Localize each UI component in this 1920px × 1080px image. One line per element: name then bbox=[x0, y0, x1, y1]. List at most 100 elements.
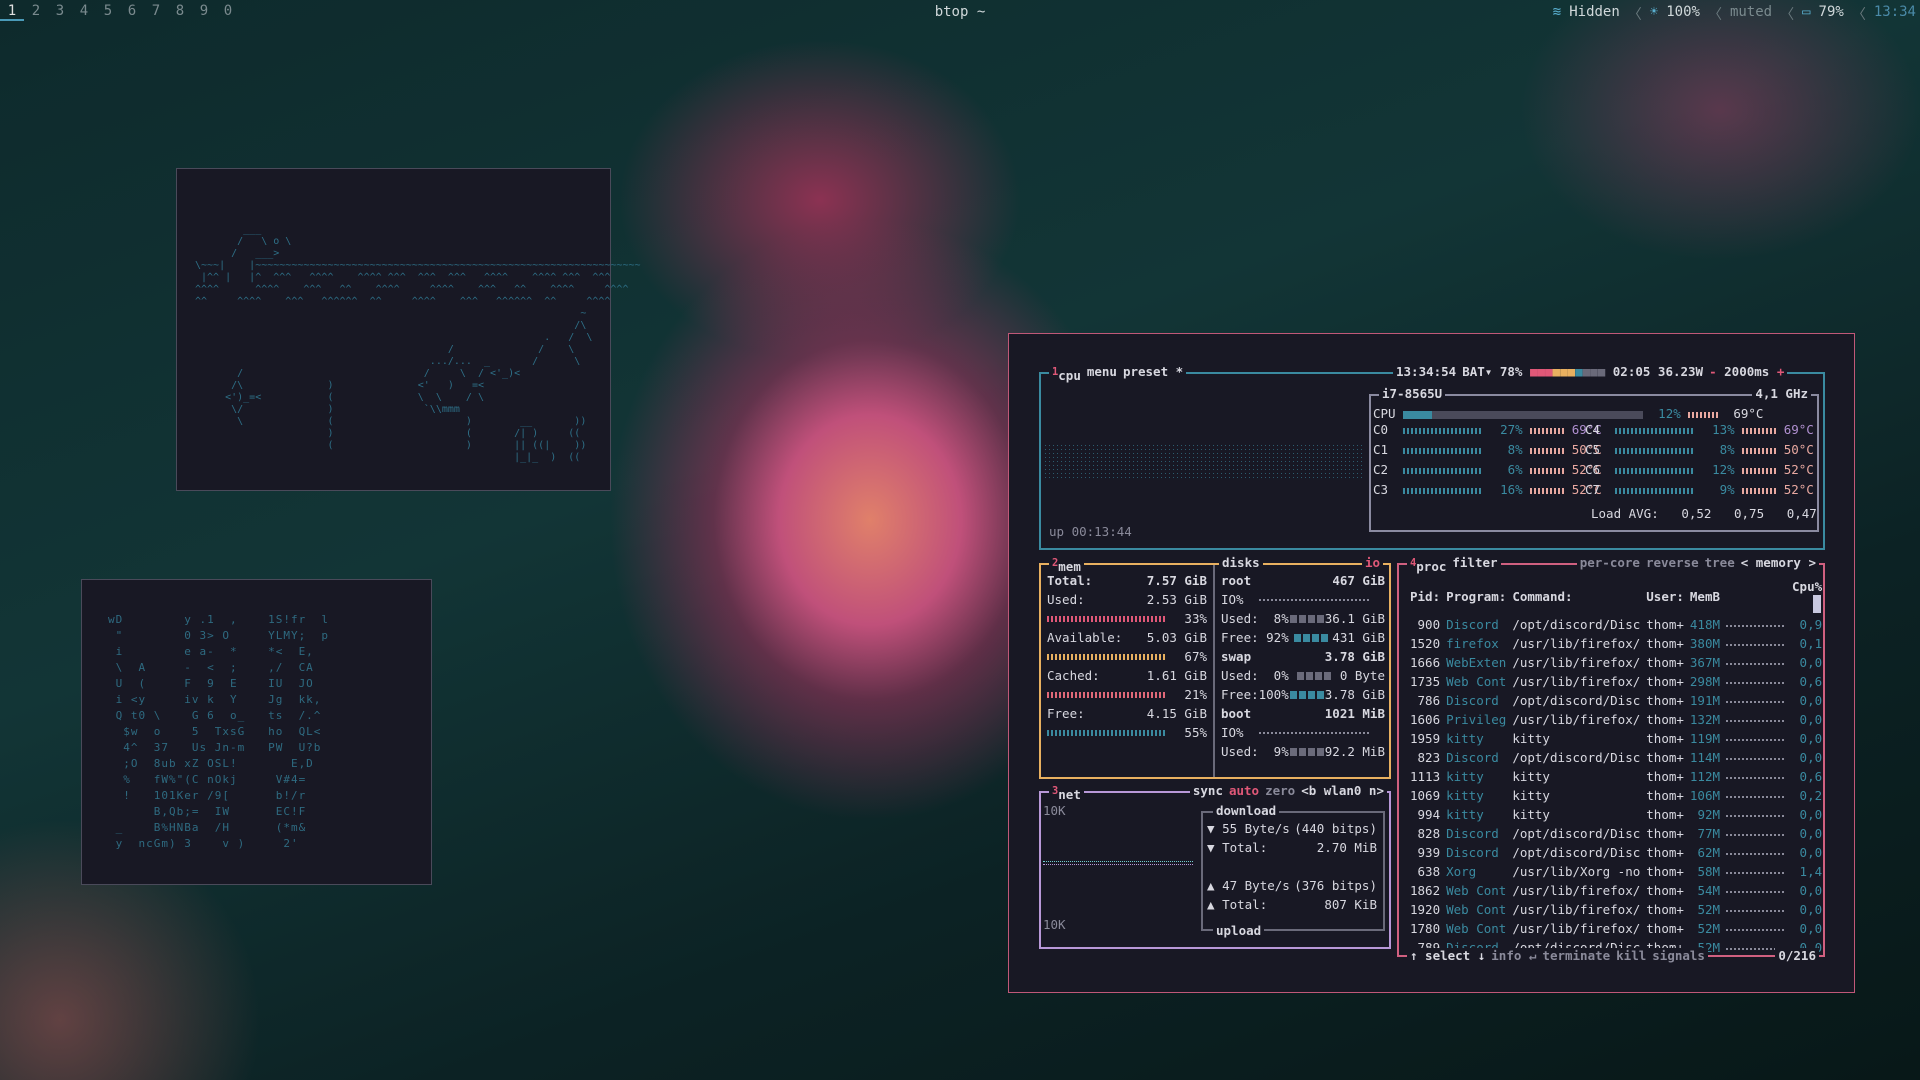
process-cpu-graph bbox=[1723, 900, 1789, 919]
load-average: Load AVG: 0,52 0,75 0,47 bbox=[1591, 506, 1817, 521]
process-row[interactable]: 828 Discord/opt/discord/Disc thom+ 77M 0,0 bbox=[1407, 824, 1825, 843]
core-row: C6 12% 52°C bbox=[1585, 462, 1814, 477]
process-row[interactable]: 1069 kitty kitty thom+ 106M 0,2 bbox=[1407, 786, 1825, 805]
column-header[interactable]: Command: bbox=[1509, 577, 1643, 615]
select-button[interactable]: ↑ select ↓ bbox=[1407, 948, 1489, 964]
disk-row: Used: 8% 36.1 GiB bbox=[1221, 611, 1385, 626]
process-cpu-graph bbox=[1723, 653, 1789, 672]
core-row: C3 16% 52°C bbox=[1373, 482, 1602, 497]
process-row[interactable]: 1780 Web Cont/usr/lib/firefox/thom+ 52M 0,0 bbox=[1407, 919, 1825, 938]
disk-row: IO% bbox=[1221, 725, 1385, 741]
mem-meter-row: 21% bbox=[1047, 687, 1207, 703]
process-row[interactable]: 1113 kitty kitty thom+ 112M 0,6 bbox=[1407, 767, 1825, 786]
column-header[interactable]: Program: bbox=[1443, 577, 1509, 615]
info-button[interactable]: info ↵ bbox=[1488, 948, 1540, 964]
interval-control[interactable]: - 2000ms + bbox=[1706, 364, 1788, 380]
net-scale-top: 10K bbox=[1043, 803, 1066, 818]
btop-terminal-window[interactable]: 1cpu menu preset * 13:34:54 BAT▾ 78% ■■■… bbox=[1008, 333, 1855, 993]
disk-row: IO% bbox=[1221, 592, 1385, 608]
proc-tab[interactable]: 4proc bbox=[1407, 555, 1450, 576]
process-cpu-graph bbox=[1723, 615, 1789, 634]
process-count: 0/216 bbox=[1775, 948, 1819, 964]
net-stat-row: ▲ Total: 807 KiB bbox=[1207, 897, 1377, 912]
filter-button[interactable]: filter bbox=[1449, 555, 1501, 576]
aquarium-ascii-art: ___ / \ o \ / ___> \~~~| |~~~~~~~~~~~~~~… bbox=[195, 224, 641, 463]
disk-row: swap 3.78 GiB bbox=[1221, 649, 1385, 664]
mem-meter bbox=[1047, 616, 1167, 622]
column-header[interactable]: Pid: bbox=[1407, 577, 1443, 615]
auto-toggle[interactable]: auto bbox=[1225, 783, 1263, 799]
mem-row: Cached: 1.61 GiB bbox=[1047, 668, 1207, 683]
disks-tab[interactable]: disks bbox=[1219, 555, 1263, 571]
zero-toggle[interactable]: zero bbox=[1262, 783, 1299, 799]
battery-info: BAT▾ 78% ■■■■■■■■■■ 02:05 36.23W bbox=[1459, 364, 1707, 380]
net-tab[interactable]: 3net bbox=[1049, 783, 1084, 804]
clock: 13:34 bbox=[1873, 4, 1916, 20]
download-label: download bbox=[1213, 803, 1280, 819]
column-header[interactable]: MemB bbox=[1687, 577, 1723, 615]
mem-row: Used: 2.53 GiB bbox=[1047, 592, 1207, 607]
terminate-button[interactable]: terminate bbox=[1539, 948, 1614, 964]
cpu-tab[interactable]: 1cpu bbox=[1049, 364, 1084, 385]
per-core-toggle[interactable]: per-core bbox=[1576, 555, 1643, 571]
network-status[interactable]: Hidden bbox=[1569, 4, 1620, 24]
reverse-toggle[interactable]: reverse bbox=[1642, 555, 1702, 571]
battery-status: 79% bbox=[1818, 4, 1844, 20]
disk-row: Used: 0% 0 Byte bbox=[1221, 668, 1385, 683]
process-cpu-graph bbox=[1723, 862, 1789, 881]
kill-button[interactable]: kill bbox=[1613, 948, 1650, 964]
net-stat-row: ▼ Total: 2.70 MiB bbox=[1207, 840, 1377, 855]
matrix-terminal-window[interactable]: wD y .1 , 1S!fr l " 0 3> O YLMY; p i e a… bbox=[81, 579, 432, 885]
process-row[interactable]: 939 Discord/opt/discord/Disc thom+ 62M 0,0 bbox=[1407, 843, 1825, 862]
process-row[interactable]: 1520 firefox/usr/lib/firefox/thom+ 380M 0,1 bbox=[1407, 634, 1825, 653]
process-row[interactable]: 1959 kitty kitty thom+ 119M 0,0 bbox=[1407, 729, 1825, 748]
core-row: C4 13% 69°C bbox=[1585, 422, 1814, 437]
mem-meter-row: 55% bbox=[1047, 725, 1207, 741]
aquarium-terminal-window[interactable]: ___ / \ o \ / ___> \~~~| |~~~~~~~~~~~~~~… bbox=[176, 168, 641, 491]
process-row[interactable]: 638 Xorg/usr/lib/Xorg -no thom+ 58M 1,4 bbox=[1407, 862, 1825, 881]
process-row[interactable]: 994 kitty kitty thom+ 92M 0,0 bbox=[1407, 805, 1825, 824]
mem-row: Total: 7.57 GiB bbox=[1047, 573, 1207, 588]
tree-toggle[interactable]: tree bbox=[1701, 555, 1738, 571]
process-cpu-graph bbox=[1723, 919, 1789, 938]
process-row[interactable]: 1920 Web Cont/usr/lib/firefox/thom+ 52M 0,0 bbox=[1407, 900, 1825, 919]
battery-icon: ▭ bbox=[1802, 4, 1811, 20]
disk-row: Used: 9% 92.2 MiB bbox=[1221, 744, 1385, 759]
process-row[interactable]: 1735 Web Cont/usr/lib/firefox/thom+ 298M 0,… bbox=[1407, 672, 1825, 691]
process-cpu-graph bbox=[1723, 710, 1789, 729]
brightness-status[interactable]: 100% bbox=[1666, 4, 1700, 24]
mem-meter bbox=[1047, 654, 1167, 660]
scrollbar-thumb[interactable] bbox=[1813, 595, 1821, 613]
process-cpu-graph bbox=[1723, 634, 1789, 653]
preset-button[interactable]: preset * bbox=[1119, 364, 1187, 385]
core-row: C5 8% 50°C bbox=[1585, 442, 1814, 457]
sync-toggle[interactable]: sync bbox=[1189, 783, 1226, 799]
mem-box: 2mem disks io Total: 7.57 GiB Used: 2.53 Gi… bbox=[1039, 555, 1391, 779]
cpu-graph bbox=[1045, 444, 1365, 478]
net-box: 3net sync auto zero <b wlan0 n> 10K 10K … bbox=[1039, 783, 1391, 949]
interface-selector[interactable]: <b wlan0 n> bbox=[1298, 783, 1387, 799]
process-cpu-graph bbox=[1723, 691, 1789, 710]
cpu-usage-meter bbox=[1403, 410, 1644, 419]
process-row[interactable]: 900 Discord/opt/discord/Disc thom+ 418M 0,9 bbox=[1407, 615, 1825, 634]
process-row[interactable]: 786 Discord/opt/discord/Disc thom+ 191M 0,0 bbox=[1407, 691, 1825, 710]
process-row[interactable]: 1666 WebExten/usr/lib/firefox/thom+ 367M 0,… bbox=[1407, 653, 1825, 672]
process-row[interactable]: 1606 Privileg/usr/lib/firefox/thom+ 132M 0,… bbox=[1407, 710, 1825, 729]
process-row[interactable]: 823 Discord/opt/discord/Disc thom+ 114M 0,0 bbox=[1407, 748, 1825, 767]
io-toggle[interactable]: io bbox=[1361, 555, 1383, 571]
mem-row: Available: 5.03 GiB bbox=[1047, 630, 1207, 645]
column-header[interactable]: User: bbox=[1643, 577, 1687, 615]
brightness-icon: ☀ bbox=[1649, 4, 1659, 20]
process-cpu-graph bbox=[1723, 748, 1789, 767]
process-cpu-graph bbox=[1723, 805, 1789, 824]
process-row[interactable]: 1862 Web Cont/usr/lib/firefox/thom+ 54M 0,0 bbox=[1407, 881, 1825, 900]
cpu-frequency: 4,1 GHz bbox=[1752, 386, 1811, 402]
volume-status[interactable]: muted bbox=[1730, 4, 1772, 24]
upload-label: upload bbox=[1213, 923, 1265, 939]
process-cpu-graph bbox=[1723, 767, 1789, 786]
proc-box: 4proc filter per-core reverse tree < mem… bbox=[1397, 555, 1825, 964]
disk-row: root 467 GiB bbox=[1221, 573, 1385, 588]
sort-selector[interactable]: < memory > bbox=[1737, 555, 1819, 571]
menu-button[interactable]: menu bbox=[1083, 364, 1120, 385]
signals-button[interactable]: signals bbox=[1649, 948, 1708, 964]
